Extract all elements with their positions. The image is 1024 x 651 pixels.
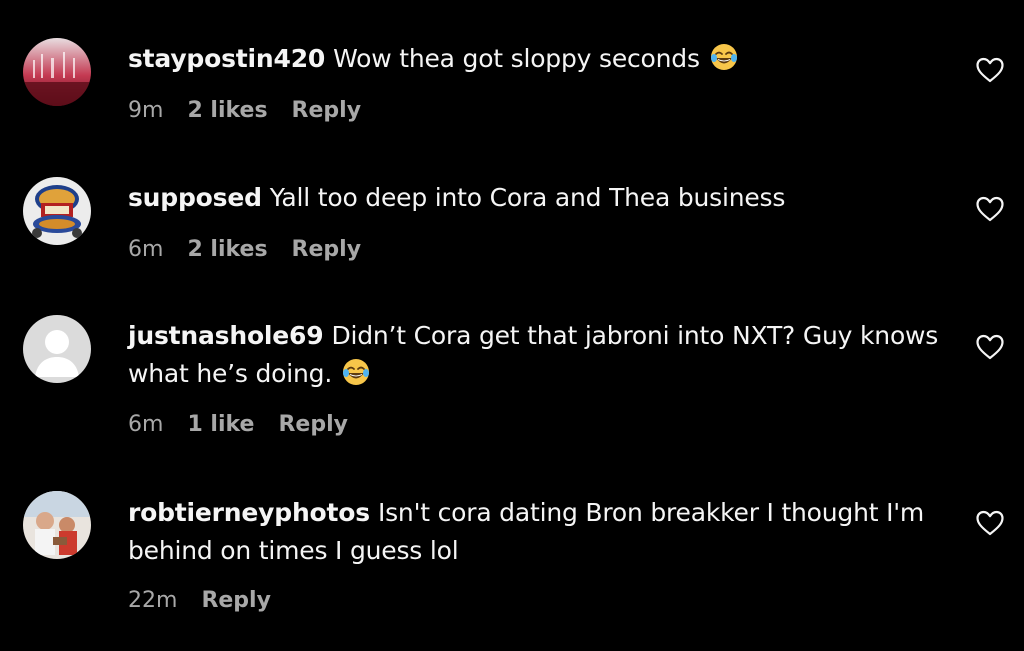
comment-meta: 6m 2 likes Reply [128, 237, 385, 262]
comment-time: 9m [128, 98, 164, 123]
comment-body: Yall too deep into Cora and Thea busines… [269, 183, 786, 212]
comment-meta: 6m 1 like Reply [128, 412, 372, 437]
avatar[interactable] [23, 315, 91, 383]
avatar[interactable] [23, 38, 91, 106]
face-with-tears-of-joy-icon [342, 358, 370, 386]
heart-outline-icon[interactable] [975, 509, 1005, 537]
avatar[interactable] [23, 491, 91, 559]
comment-likes[interactable]: 2 likes [187, 98, 267, 123]
comment-body: Wow thea got sloppy seconds [333, 44, 700, 73]
comment-likes[interactable]: 2 likes [187, 237, 267, 262]
reply-button[interactable]: Reply [292, 237, 362, 262]
reply-button[interactable]: Reply [292, 98, 362, 123]
heart-outline-icon[interactable] [975, 195, 1005, 223]
comment-text-line: robtierneyphotos Isn't cora dating Bron b… [128, 494, 948, 570]
reply-button[interactable]: Reply [278, 412, 348, 437]
comment-likes[interactable]: 1 like [187, 412, 254, 437]
comment-content: staypostin420 Wow thea got sloppy seconds… [128, 40, 948, 123]
face-with-tears-of-joy-icon [710, 43, 738, 71]
comment-username[interactable]: justnashole69 [128, 321, 324, 350]
comment-time: 6m [128, 412, 164, 437]
comment-time: 6m [128, 237, 164, 262]
reply-button[interactable]: Reply [201, 588, 271, 613]
heart-outline-icon[interactable] [975, 333, 1005, 361]
comment-text-line: staypostin420 Wow thea got sloppy seconds [128, 40, 948, 78]
heart-outline-icon[interactable] [975, 56, 1005, 84]
comment-content: justnashole69 Didn’t Cora get that jabron… [128, 317, 948, 437]
comment-meta: 9m 2 likes Reply [128, 98, 385, 123]
comment-username[interactable]: supposed [128, 183, 262, 212]
avatar[interactable] [23, 177, 91, 245]
comment-username[interactable]: robtierneyphotos [128, 498, 370, 527]
comment-meta: 22m Reply [128, 588, 295, 613]
comment-content: supposed Yall too deep into Cora and Thea… [128, 179, 948, 262]
comment-username[interactable]: staypostin420 [128, 44, 325, 73]
comment-content: robtierneyphotos Isn't cora dating Bron b… [128, 494, 948, 613]
comment-text-line: justnashole69 Didn’t Cora get that jabron… [128, 317, 948, 393]
comment-time: 22m [128, 588, 178, 613]
comment-text-line: supposed Yall too deep into Cora and Thea… [128, 179, 948, 217]
